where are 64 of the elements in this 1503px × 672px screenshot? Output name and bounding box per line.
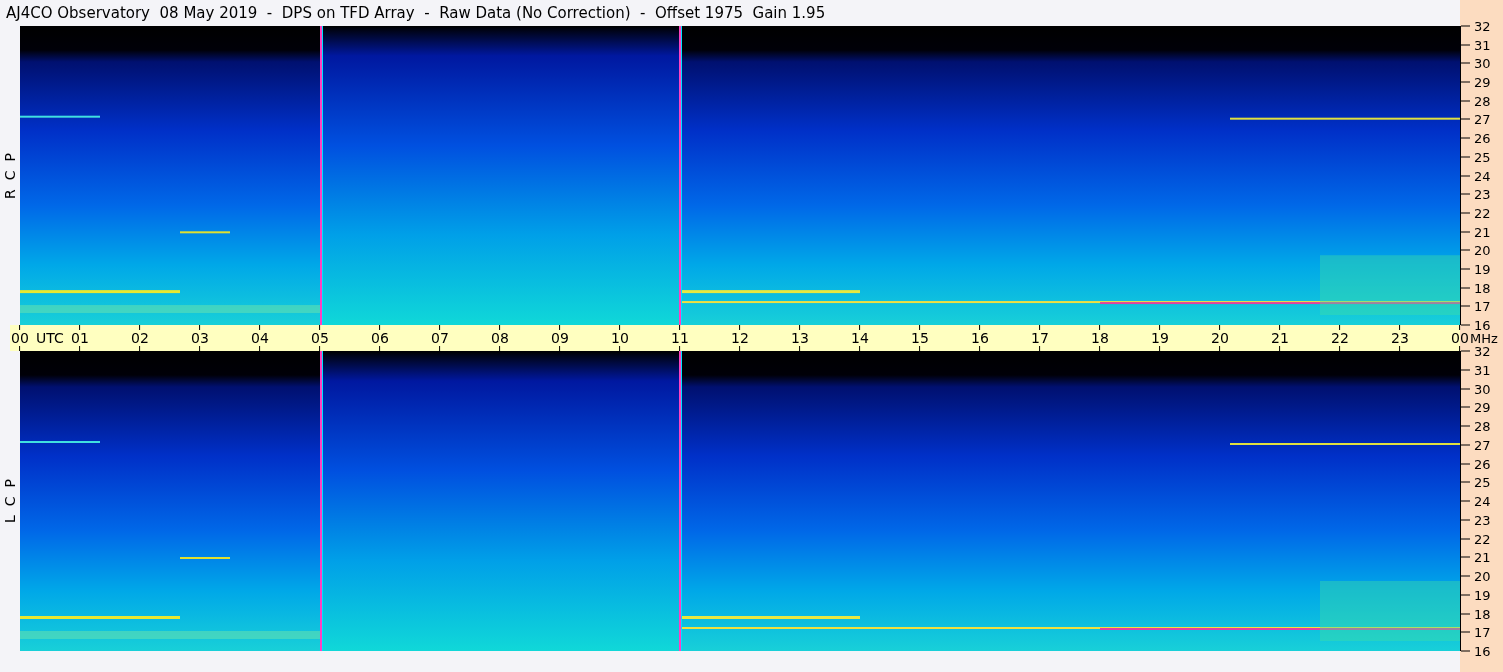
frequency-label: 21 (1474, 225, 1491, 239)
frequency-label: 29 (1474, 400, 1491, 414)
frequency-label: 27 (1474, 112, 1491, 126)
time-label: 10 (611, 331, 629, 345)
frequency-label: 31 (1474, 363, 1491, 377)
frequency-label: 29 (1474, 75, 1491, 89)
time-label: 00 (1451, 331, 1469, 345)
polarization-label: L C P (2, 479, 18, 523)
frequency-label: 16 (1474, 644, 1491, 658)
frequency-label: 30 (1474, 382, 1491, 395)
time-label: 13 (791, 331, 809, 345)
time-label: 00 (11, 331, 29, 345)
frequency-label: 17 (1474, 299, 1491, 313)
frequency-label: 24 (1474, 494, 1491, 508)
chart-title: AJ4CO Observatory 08 May 2019 - DPS on TFD Array - Raw Data (No Correction) - Offset 1975 Gain 1.95 (6, 4, 826, 22)
time-label: 23 (1391, 331, 1409, 345)
time-label: 03 (191, 331, 209, 345)
time-label: 06 (371, 331, 389, 345)
frequency-label: 24 (1474, 169, 1491, 182)
time-label: 14 (851, 331, 869, 345)
unit-label: MHz (1470, 331, 1498, 345)
time-label: 18 (1091, 331, 1109, 345)
frequency-label: 16 (1474, 318, 1491, 332)
frequency-label: 27 (1474, 438, 1491, 452)
time-label: 07 (431, 331, 449, 345)
frequency-label: 31 (1474, 38, 1491, 52)
time-label: 19 (1151, 331, 1169, 345)
frequency-label: 20 (1474, 569, 1491, 583)
time-label: 21 (1271, 331, 1289, 345)
time-label: 05 (311, 331, 329, 345)
frequency-label: 23 (1474, 513, 1491, 527)
time-label: 16 (971, 331, 989, 345)
frequency-label: 22 (1474, 532, 1491, 545)
time-label: 11 (671, 331, 689, 345)
frequency-label: 25 (1474, 150, 1491, 164)
frequency-label: 26 (1474, 131, 1491, 145)
frequency-label: 19 (1474, 588, 1491, 602)
frequency-label: 26 (1474, 457, 1491, 470)
time-label: 04 (251, 331, 269, 345)
frequency-label: 22 (1474, 206, 1491, 220)
frequency-label: 18 (1474, 281, 1491, 295)
time-label: 08 (491, 331, 509, 345)
time-label: 09 (551, 331, 569, 345)
frequency-label: 28 (1474, 419, 1491, 433)
polarization-label: R C P (2, 152, 18, 199)
frequency-label: 32 (1474, 19, 1491, 33)
frequency-label: 23 (1474, 187, 1491, 201)
frequency-label: 21 (1474, 550, 1491, 564)
frequency-label: 25 (1474, 475, 1491, 489)
time-label: 17 (1031, 331, 1049, 345)
timezone-label: UTC (36, 331, 64, 345)
time-label: 01 (71, 331, 89, 345)
time-label: 02 (131, 331, 149, 345)
frequency-label: 20 (1474, 243, 1491, 257)
frequency-label: 32 (1474, 344, 1491, 358)
time-label: 12 (731, 331, 749, 345)
time-label: 15 (911, 331, 929, 345)
frequency-label: 19 (1474, 262, 1491, 276)
time-label: 22 (1331, 331, 1349, 345)
frequency-label: 28 (1474, 94, 1491, 108)
frequency-label: 18 (1474, 607, 1491, 620)
time-label: 20 (1211, 331, 1229, 345)
frequency-label: 17 (1474, 625, 1491, 639)
frequency-label: 30 (1474, 56, 1491, 70)
